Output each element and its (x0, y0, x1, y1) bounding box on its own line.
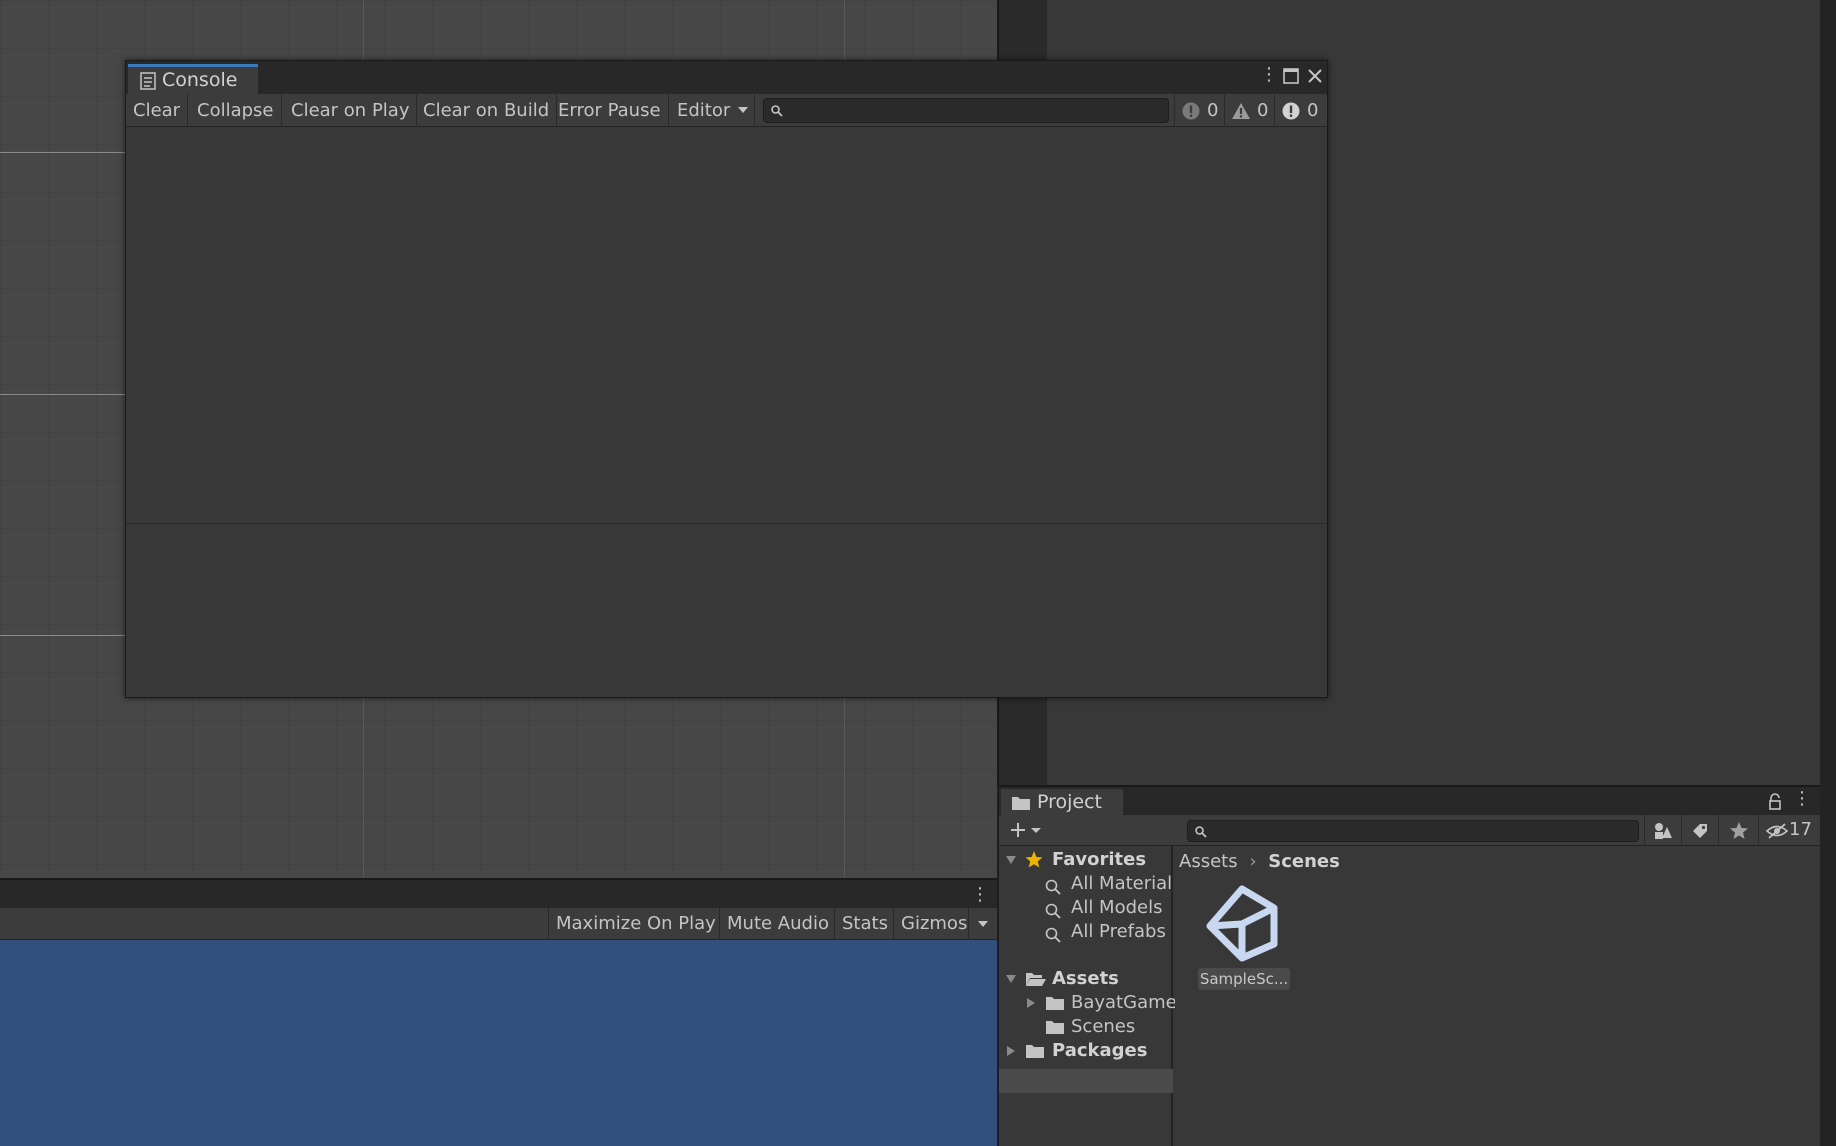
tree-item-all-models[interactable]: All Models (1071, 896, 1162, 920)
hidden-count: 17 (1789, 819, 1812, 840)
tree-item-assets[interactable]: Assets (1052, 967, 1119, 991)
search-icon (1045, 879, 1061, 895)
console-tabbar: Console ⋮ (126, 61, 1327, 94)
tree-item-favorites[interactable]: Favorites (1052, 848, 1146, 872)
search-by-label-button[interactable] (1681, 815, 1718, 846)
collapse-toggle[interactable]: Collapse (190, 94, 282, 127)
clear-button[interactable]: Clear (126, 94, 189, 127)
scene-grid-line (0, 394, 126, 395)
tree-item-packages[interactable]: Packages (1052, 1039, 1147, 1063)
message-count-toggle[interactable]: 0 (1274, 94, 1327, 127)
game-toolbar: Maximize On Play Mute Audio Stats Gizmos (0, 908, 997, 940)
project-tabbar: Project ⋮ (999, 785, 1820, 817)
gizmos-toggle[interactable]: Gizmos (893, 908, 974, 940)
more-options-icon[interactable]: ⋮ (1793, 788, 1811, 809)
search-icon (1045, 927, 1061, 943)
mute-audio-toggle[interactable]: Mute Audio (719, 908, 836, 940)
lock-icon[interactable] (1767, 793, 1783, 811)
create-button[interactable] (1009, 818, 1047, 843)
console-detail-area[interactable] (126, 525, 1327, 697)
project-search-input[interactable] (1187, 820, 1639, 842)
error-icon (1182, 102, 1200, 120)
clear-on-build-toggle[interactable]: Clear on Build (416, 94, 558, 127)
project-content-area[interactable]: Assets › Scenes SampleSc... (1175, 846, 1820, 1146)
maximize-on-play-toggle[interactable]: Maximize On Play (548, 908, 723, 940)
hidden-packages-toggle[interactable]: 17 (1758, 815, 1820, 846)
tree-item-all-materials[interactable]: All Material (1071, 872, 1172, 896)
error-pause-toggle[interactable]: Error Pause (551, 94, 669, 127)
breadcrumb-scenes[interactable]: Scenes (1268, 851, 1340, 872)
stats-toggle[interactable]: Stats (834, 908, 895, 940)
project-toolbar: 17 (999, 815, 1820, 846)
warning-count: 0 (1257, 100, 1269, 121)
editor-dropdown[interactable]: Editor (670, 94, 756, 127)
folder-icon (1046, 1021, 1064, 1034)
chevron-right-icon: › (1249, 851, 1257, 872)
console-log-list[interactable] (126, 128, 1327, 524)
tab-console[interactable]: Console (128, 64, 258, 94)
chevron-down-icon[interactable] (1005, 973, 1017, 985)
close-icon[interactable] (1307, 68, 1323, 84)
chevron-right-icon[interactable] (1005, 1045, 1017, 1057)
save-search-button[interactable] (1718, 815, 1758, 846)
message-count: 0 (1307, 100, 1319, 121)
chevron-down-icon (978, 921, 988, 927)
open-folder-icon (1026, 973, 1046, 986)
error-count-toggle[interactable]: 0 (1174, 94, 1224, 127)
game-view[interactable] (0, 940, 997, 1146)
folder-icon (1026, 1045, 1044, 1058)
star-icon (1025, 851, 1043, 868)
console-toolbar: Clear Collapse Clear on Play Clear on Bu… (126, 94, 1327, 127)
folder-icon (1012, 797, 1030, 810)
project-tab-label: Project (1037, 791, 1103, 813)
folder-icon (1046, 997, 1064, 1010)
search-by-type-button[interactable] (1644, 815, 1681, 846)
asset-item-label[interactable]: SampleSc... (1198, 968, 1290, 990)
scene-grid-line (0, 152, 126, 153)
game-tabbar: ⋮ (0, 878, 997, 908)
tree-item-bayatgame[interactable]: BayatGame (1071, 991, 1177, 1015)
breadcrumb: Assets › Scenes (1179, 850, 1340, 874)
search-icon (1195, 826, 1207, 838)
clear-on-play-toggle[interactable]: Clear on Play (284, 94, 418, 127)
more-options-icon[interactable]: ⋮ (971, 884, 989, 905)
search-icon (771, 105, 783, 117)
tag-icon (1693, 824, 1707, 838)
console-search-input[interactable] (763, 98, 1169, 123)
scene-grid-line (0, 635, 126, 636)
tree-item-all-prefabs[interactable]: All Prefabs (1071, 920, 1166, 944)
search-icon (1045, 903, 1061, 919)
more-options-icon[interactable]: ⋮ (1260, 64, 1278, 85)
window-edge (1820, 0, 1836, 1146)
asset-item[interactable] (1201, 884, 1283, 964)
warning-icon (1232, 103, 1250, 119)
error-count: 0 (1207, 100, 1219, 121)
console-tab-label: Console (162, 69, 238, 91)
plus-icon (1011, 823, 1041, 837)
breadcrumb-assets[interactable]: Assets (1179, 851, 1238, 872)
editor-dropdown-label: Editor (677, 100, 731, 121)
gizmos-dropdown[interactable] (968, 908, 997, 940)
unity-logo-icon (1206, 885, 1278, 962)
selection-highlight (999, 1069, 1173, 1093)
star-icon (1730, 822, 1748, 839)
console-window: Console ⋮ Clear Collapse Clear on Play C… (125, 60, 1328, 698)
project-folder-tree: Favorites All Material All Models All Pr… (999, 846, 1177, 1146)
console-icon (140, 72, 156, 90)
project-window: Project ⋮ 17 Favorites All Material All … (999, 785, 1820, 1146)
maximize-icon[interactable] (1283, 68, 1299, 84)
tree-item-scenes[interactable]: Scenes (1071, 1015, 1135, 1039)
eye-slash-icon (1765, 823, 1789, 839)
warning-count-toggle[interactable]: 0 (1224, 94, 1274, 127)
chevron-down-icon (738, 107, 749, 113)
chevron-down-icon[interactable] (1005, 854, 1017, 866)
tab-project[interactable]: Project (1001, 789, 1123, 817)
type-filter-icon (1655, 823, 1672, 839)
info-icon (1282, 102, 1300, 120)
chevron-right-icon[interactable] (1025, 997, 1037, 1009)
